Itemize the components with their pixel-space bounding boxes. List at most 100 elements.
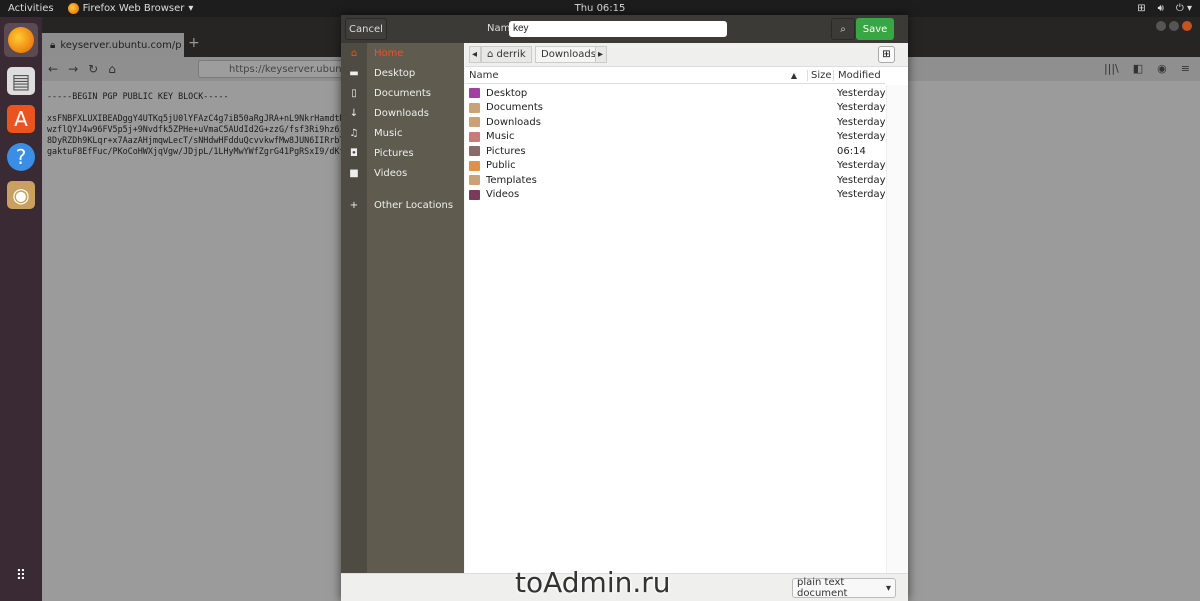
dock-software[interactable]: A	[7, 105, 35, 133]
path-derrik[interactable]: ⌂ derrik	[481, 46, 532, 63]
sort-asc-icon: ▲	[790, 70, 797, 80]
sidebar-item-label: Videos	[374, 167, 408, 179]
sidebar-item-music[interactable]: ♫ Music	[341, 123, 464, 143]
file-name: Pictures	[486, 145, 526, 157]
maximize-button[interactable]	[1169, 21, 1179, 31]
sidebar-item-label: Documents	[374, 87, 432, 99]
sidebar-item-documents[interactable]: ▯ Documents	[341, 83, 464, 103]
sidebar-item-pictures[interactable]: ◘ Pictures	[341, 143, 464, 163]
file-modified: Yesterday	[837, 102, 886, 114]
dock-install[interactable]: ◉	[7, 181, 35, 209]
lock-icon: 🔒︎	[50, 39, 56, 51]
file-type-dropdown[interactable]: plain text document ▾	[792, 577, 896, 599]
power-icon: ⏻ ▾	[1175, 3, 1192, 14]
account-icon[interactable]: ◉	[1157, 62, 1167, 76]
scrollbar[interactable]	[886, 85, 908, 573]
app-menu[interactable]: Firefox Web Browser ▾	[67, 3, 194, 14]
software-center-icon: A	[14, 107, 28, 131]
column-modified[interactable]: Modified	[833, 69, 885, 81]
tab-keyserver[interactable]: 🔒︎ keyserver.ubuntu.com/p ✕	[42, 33, 195, 57]
sidebar-item-downloads[interactable]: ↓ Downloads	[341, 103, 464, 123]
file-row[interactable]: Music Yesterday	[465, 130, 886, 145]
music-icon: ♫	[349, 127, 359, 139]
folder-icon	[469, 117, 480, 128]
minimize-button[interactable]	[1156, 21, 1166, 31]
path-back-button[interactable]: ◂	[469, 46, 481, 63]
back-button[interactable]: ←	[48, 62, 58, 76]
dock: ▤ A ? ◉ ⠿	[0, 17, 42, 601]
file-name: Downloads	[486, 116, 541, 128]
sidebar-item-home[interactable]: ⌂ Home	[341, 43, 464, 63]
column-name[interactable]: Name	[465, 70, 791, 81]
video-icon: ■	[349, 167, 359, 179]
file-name: Documents	[486, 102, 544, 114]
plus-icon: +	[349, 199, 359, 211]
path-forward-button[interactable]: ▸	[595, 46, 607, 63]
search-button[interactable]: ⌕	[831, 18, 855, 40]
dock-help[interactable]: ?	[7, 143, 35, 171]
system-tray[interactable]: ⊞ 🔊︎ ⏻ ▾	[1137, 3, 1192, 14]
sidebar-icon[interactable]: ◧	[1133, 62, 1143, 76]
reload-button[interactable]: ↻	[88, 62, 98, 76]
new-folder-button[interactable]: ⊞	[878, 46, 895, 63]
close-button[interactable]	[1182, 21, 1192, 31]
grid-icon: ⠿	[15, 568, 27, 584]
folder-icon	[469, 102, 480, 113]
file-modified: Yesterday	[837, 131, 886, 143]
volume-icon: 🔊︎	[1157, 3, 1164, 14]
sidebar-item-label: Downloads	[374, 107, 429, 119]
file-row[interactable]: Pictures 06:14	[465, 144, 885, 159]
file-row[interactable]: Videos Yesterday	[465, 188, 886, 203]
save-button[interactable]: Save	[856, 18, 894, 40]
filename-input[interactable]	[509, 21, 727, 37]
file-row[interactable]: Desktop Yesterday	[465, 86, 886, 101]
folder-icon	[469, 189, 480, 200]
file-row[interactable]: Templates Yesterday	[465, 173, 886, 188]
file-modified: Yesterday	[837, 160, 886, 172]
file-name: Desktop	[486, 87, 528, 99]
file-modified: Yesterday	[837, 116, 886, 128]
watermark: toAdmin.ru	[515, 566, 671, 599]
dock-files[interactable]: ▤	[7, 67, 35, 95]
file-row[interactable]: Documents Yesterday	[465, 101, 886, 116]
column-size[interactable]: Size	[807, 69, 833, 81]
document-icon: ▯	[351, 87, 357, 99]
sidebar-item-desktop[interactable]: ▬ Desktop	[341, 63, 464, 83]
file-name: Music	[486, 131, 515, 143]
list-header: Name ▲ Size Modified	[465, 67, 885, 84]
cancel-button[interactable]: Cancel	[345, 18, 387, 40]
file-browser: ◂ ⌂ derrik Downloads ▸ ⊞ Name ▲ Size Mod…	[465, 43, 908, 573]
sidebar-item-label: Home	[374, 47, 404, 59]
folder-icon: ▬	[349, 67, 359, 79]
places-sidebar: ⌂ Home ▬ Desktop ▯ Documents ↓ Downloads ♫ Music ◘…	[341, 43, 464, 573]
path-label: derrik	[496, 49, 526, 60]
forward-button[interactable]: →	[68, 62, 78, 76]
folder-icon	[469, 175, 480, 186]
chevron-down-icon: ▾	[188, 3, 194, 14]
file-cabinet-icon: ▤	[11, 69, 31, 93]
sidebar-item-label: Other Locations	[374, 199, 454, 211]
activities-button[interactable]: Activities	[8, 3, 54, 14]
sidebar-item-other-locations[interactable]: + Other Locations	[341, 195, 464, 215]
path-downloads[interactable]: Downloads	[535, 46, 602, 63]
sidebar-item-label: Pictures	[374, 147, 414, 159]
library-icon[interactable]: |||\	[1104, 62, 1119, 76]
show-apps-button[interactable]: ⠿	[4, 559, 38, 593]
firefox-icon	[67, 3, 79, 14]
sidebar-item-label: Music	[374, 127, 403, 139]
folder-icon	[469, 131, 480, 142]
dock-firefox[interactable]	[4, 23, 38, 57]
file-name: Templates	[486, 174, 537, 186]
clock[interactable]: Thu 06:15	[575, 3, 626, 14]
installer-icon: ◉	[12, 183, 30, 207]
menu-icon[interactable]: ≡	[1181, 62, 1190, 76]
file-row[interactable]: Public Yesterday	[465, 159, 886, 174]
file-row[interactable]: Downloads Yesterday	[465, 115, 886, 130]
network-icon: ⊞	[1137, 3, 1146, 14]
file-name: Videos	[486, 189, 520, 201]
path-bar: ◂ ⌂ derrik Downloads ▸ ⊞	[465, 43, 908, 67]
home-button[interactable]: ⌂	[108, 62, 116, 76]
sidebar-item-videos[interactable]: ■ Videos	[341, 163, 464, 183]
new-tab-button[interactable]: +	[188, 35, 200, 51]
download-icon: ↓	[349, 107, 359, 119]
